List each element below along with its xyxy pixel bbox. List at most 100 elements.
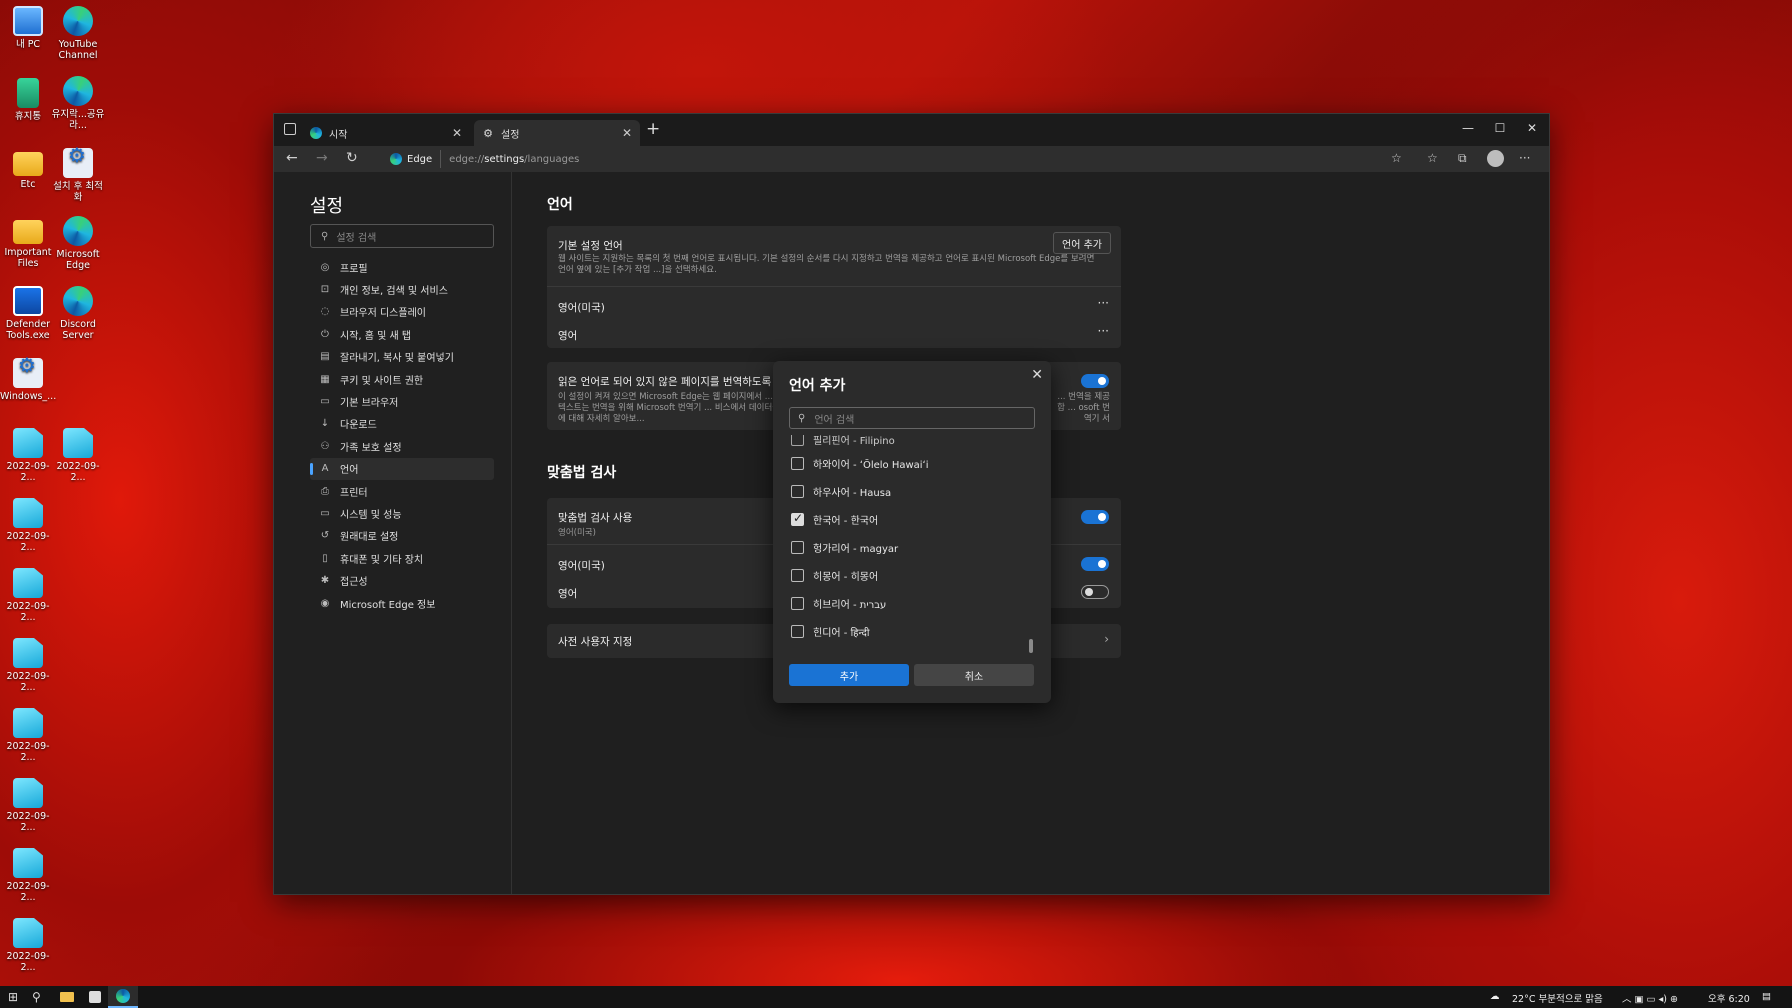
checkbox[interactable] bbox=[791, 568, 804, 582]
sidebar-item-downloads[interactable]: ↓ 다운로드 bbox=[310, 413, 494, 435]
settings-search-input[interactable]: ⚲ 설정 검색 bbox=[310, 224, 494, 248]
weather-text[interactable]: 22°C 부분적으로 맑음 bbox=[1512, 991, 1603, 1005]
desktop-icon-image[interactable]: 2022-09-2... bbox=[0, 568, 56, 623]
more-actions-icon[interactable]: ··· bbox=[1098, 324, 1109, 338]
list-item[interactable]: 하우사어 - Hausa bbox=[791, 481, 891, 501]
sidebar-item-default-browser[interactable]: ▭ 기본 브라우저 bbox=[310, 390, 494, 412]
list-item[interactable]: 필리핀어 - Filipino bbox=[791, 435, 895, 449]
image-icon bbox=[13, 498, 43, 528]
tab-start[interactable]: 시작 ✕ bbox=[302, 120, 470, 146]
desktop-icon-optimize[interactable]: 설치 후 최적화 bbox=[50, 148, 106, 203]
desktop-icon-shortcut[interactable]: 유지락...공유라... bbox=[50, 76, 106, 131]
close-icon[interactable]: ✕ bbox=[452, 126, 462, 140]
desktop-icon-image[interactable]: 2022-09-2... bbox=[0, 708, 56, 763]
back-button[interactable]: ← bbox=[286, 150, 298, 166]
close-icon[interactable]: ✕ bbox=[622, 126, 632, 140]
desktop-icon-image[interactable]: 2022-09-2... bbox=[0, 848, 56, 903]
more-actions-icon[interactable]: ··· bbox=[1098, 296, 1109, 310]
sidebar-item-accessibility[interactable]: ✱ 접근성 bbox=[310, 569, 494, 591]
sidebar-item-reset[interactable]: ↺ 원래대로 설정 bbox=[310, 525, 494, 547]
spellcheck-language-toggle[interactable] bbox=[1081, 557, 1109, 571]
desktop-icon-important-files[interactable]: Important Files bbox=[0, 214, 56, 269]
desktop-icon-image[interactable]: 2022-09-2... bbox=[0, 498, 56, 553]
weather-icon[interactable]: ☁ bbox=[1490, 991, 1500, 1002]
maximize-button[interactable]: ☐ bbox=[1484, 121, 1516, 135]
clock[interactable]: 오후 6:20 bbox=[1708, 991, 1750, 1005]
list-item[interactable]: 힌디어 - हिन्दी bbox=[791, 621, 869, 641]
desktop-icon-discord[interactable]: Discord Server bbox=[50, 286, 106, 341]
spellcheck-language-toggle[interactable] bbox=[1081, 585, 1109, 599]
close-window-button[interactable]: ✕ bbox=[1516, 121, 1548, 135]
taskbar: ⊞ ⚲ ☁ 22°C 부분적으로 맑음 ︿ ▣ ▭ ◂) ⊕ 오후 6:20 ▤ bbox=[0, 986, 1792, 1008]
sidebar-item-appearance[interactable]: ◌ 브라우저 디스플레이 bbox=[310, 301, 494, 323]
app-icon[interactable] bbox=[80, 986, 110, 1008]
checkbox[interactable] bbox=[791, 456, 804, 470]
desktop-icon-windows[interactable]: Windows_... bbox=[0, 358, 56, 402]
file-explorer-icon[interactable] bbox=[52, 986, 82, 1008]
language-search-input[interactable]: ⚲ 언어 검색 bbox=[789, 407, 1035, 429]
family-icon: ⚇ bbox=[320, 440, 330, 452]
tab-settings[interactable]: ⚙ 설정 ✕ bbox=[474, 120, 640, 146]
edge-taskbar-icon[interactable] bbox=[108, 986, 138, 1008]
favorites-icon[interactable]: ☆ bbox=[1427, 151, 1438, 165]
dialog-title: 언어 추가 bbox=[789, 378, 846, 394]
desktop-icon-defender[interactable]: Defender Tools.exe bbox=[0, 286, 56, 341]
sidebar-item-cookies[interactable]: ▦ 쿠키 및 사이트 권한 bbox=[310, 368, 494, 390]
close-icon[interactable]: ✕ bbox=[1031, 367, 1043, 383]
sidebar-item-system[interactable]: ▭ 시스템 및 성능 bbox=[310, 502, 494, 524]
add-favorite-icon[interactable]: ☆ bbox=[1391, 151, 1402, 165]
checkbox[interactable] bbox=[791, 596, 804, 610]
sidebar-item-privacy[interactable]: ⊡ 개인 정보, 검색 및 서비스 bbox=[310, 278, 494, 300]
sidebar-item-printers[interactable]: ⎙ 프린터 bbox=[310, 480, 494, 502]
list-item[interactable]: 하와이어 - ʻŌlelo Hawaiʻi bbox=[791, 453, 929, 473]
new-tab-button[interactable]: + bbox=[646, 119, 660, 139]
desktop-icon-my-pc[interactable]: 내 PC bbox=[0, 6, 56, 50]
list-item[interactable]: 헝가리어 - magyar bbox=[791, 537, 898, 557]
checkbox[interactable] bbox=[791, 484, 804, 498]
more-icon[interactable]: ··· bbox=[1519, 151, 1530, 165]
notification-icon[interactable]: ▤ bbox=[1762, 991, 1771, 1002]
spellcheck-toggle[interactable] bbox=[1081, 510, 1109, 524]
list-item[interactable]: 히브리어 - עברית bbox=[791, 593, 886, 613]
desktop-icon-image[interactable]: 2022-09-2... bbox=[0, 778, 56, 833]
tab-actions-icon[interactable] bbox=[284, 123, 296, 135]
sidebar-item-about[interactable]: ◉ Microsoft Edge 정보 bbox=[310, 592, 494, 614]
profile-avatar[interactable] bbox=[1487, 150, 1504, 167]
checkbox[interactable] bbox=[791, 435, 804, 446]
sidebar-item-clipboard[interactable]: ▤ 잘라내기, 복사 및 붙여넣기 bbox=[310, 346, 494, 368]
list-item[interactable]: 히몽어 - 히몽어 bbox=[791, 565, 878, 585]
desktop-icon-edge[interactable]: Microsoft Edge bbox=[50, 216, 106, 271]
checkbox[interactable] bbox=[791, 624, 804, 638]
desktop-icon-recycle-bin[interactable]: 휴지통 bbox=[0, 78, 56, 122]
chevron-right-icon: › bbox=[1104, 632, 1109, 646]
search-icon[interactable]: ⚲ bbox=[32, 990, 41, 1004]
collections-icon[interactable]: ⧉ bbox=[1458, 151, 1467, 166]
desktop-icon-image[interactable]: 2022-09-2... bbox=[50, 428, 106, 483]
url-field[interactable]: Edge edge://settings/languages bbox=[382, 148, 1386, 170]
forward-button[interactable]: → bbox=[316, 150, 328, 166]
desktop-icon-etc[interactable]: Etc bbox=[0, 146, 56, 190]
checkbox-checked[interactable] bbox=[791, 511, 804, 526]
add-language-button[interactable]: 언어 추가 bbox=[1053, 232, 1111, 254]
sidebar-item-profile[interactable]: ◎ 프로필 bbox=[310, 256, 494, 278]
checkbox[interactable] bbox=[791, 540, 804, 554]
desktop-icon-image[interactable]: 2022-09-2... bbox=[0, 638, 56, 693]
desktop-icon-image[interactable]: 2022-09-2... bbox=[0, 428, 56, 483]
translate-toggle[interactable] bbox=[1081, 374, 1109, 388]
minimize-button[interactable]: — bbox=[1452, 121, 1484, 135]
refresh-button[interactable]: ↻ bbox=[346, 150, 358, 166]
sidebar-item-start-home[interactable]: ⏻ 시작, 홈 및 새 탭 bbox=[310, 323, 494, 345]
scrollbar-thumb[interactable] bbox=[1029, 639, 1033, 653]
desktop-icon-image[interactable]: 2022-09-2... bbox=[0, 918, 56, 973]
cancel-button[interactable]: 취소 bbox=[914, 664, 1034, 686]
sidebar-item-family[interactable]: ⚇ 가족 보호 설정 bbox=[310, 435, 494, 457]
site-chip[interactable]: Edge bbox=[382, 150, 442, 168]
tray-icons[interactable]: ︿ ▣ ▭ ◂) ⊕ bbox=[1622, 991, 1678, 1005]
sidebar-item-languages[interactable]: A 언어 bbox=[310, 457, 494, 480]
add-button[interactable]: 추가 bbox=[789, 664, 909, 686]
section-heading-languages: 언어 bbox=[547, 197, 573, 213]
sidebar-item-phone[interactable]: ▯ 휴대폰 및 기타 장치 bbox=[310, 547, 494, 569]
list-item[interactable]: 한국어 - 한국어 bbox=[791, 509, 878, 529]
start-icon[interactable]: ⊞ bbox=[8, 990, 18, 1004]
desktop-icon-youtube[interactable]: YouTube Channel bbox=[50, 6, 106, 61]
